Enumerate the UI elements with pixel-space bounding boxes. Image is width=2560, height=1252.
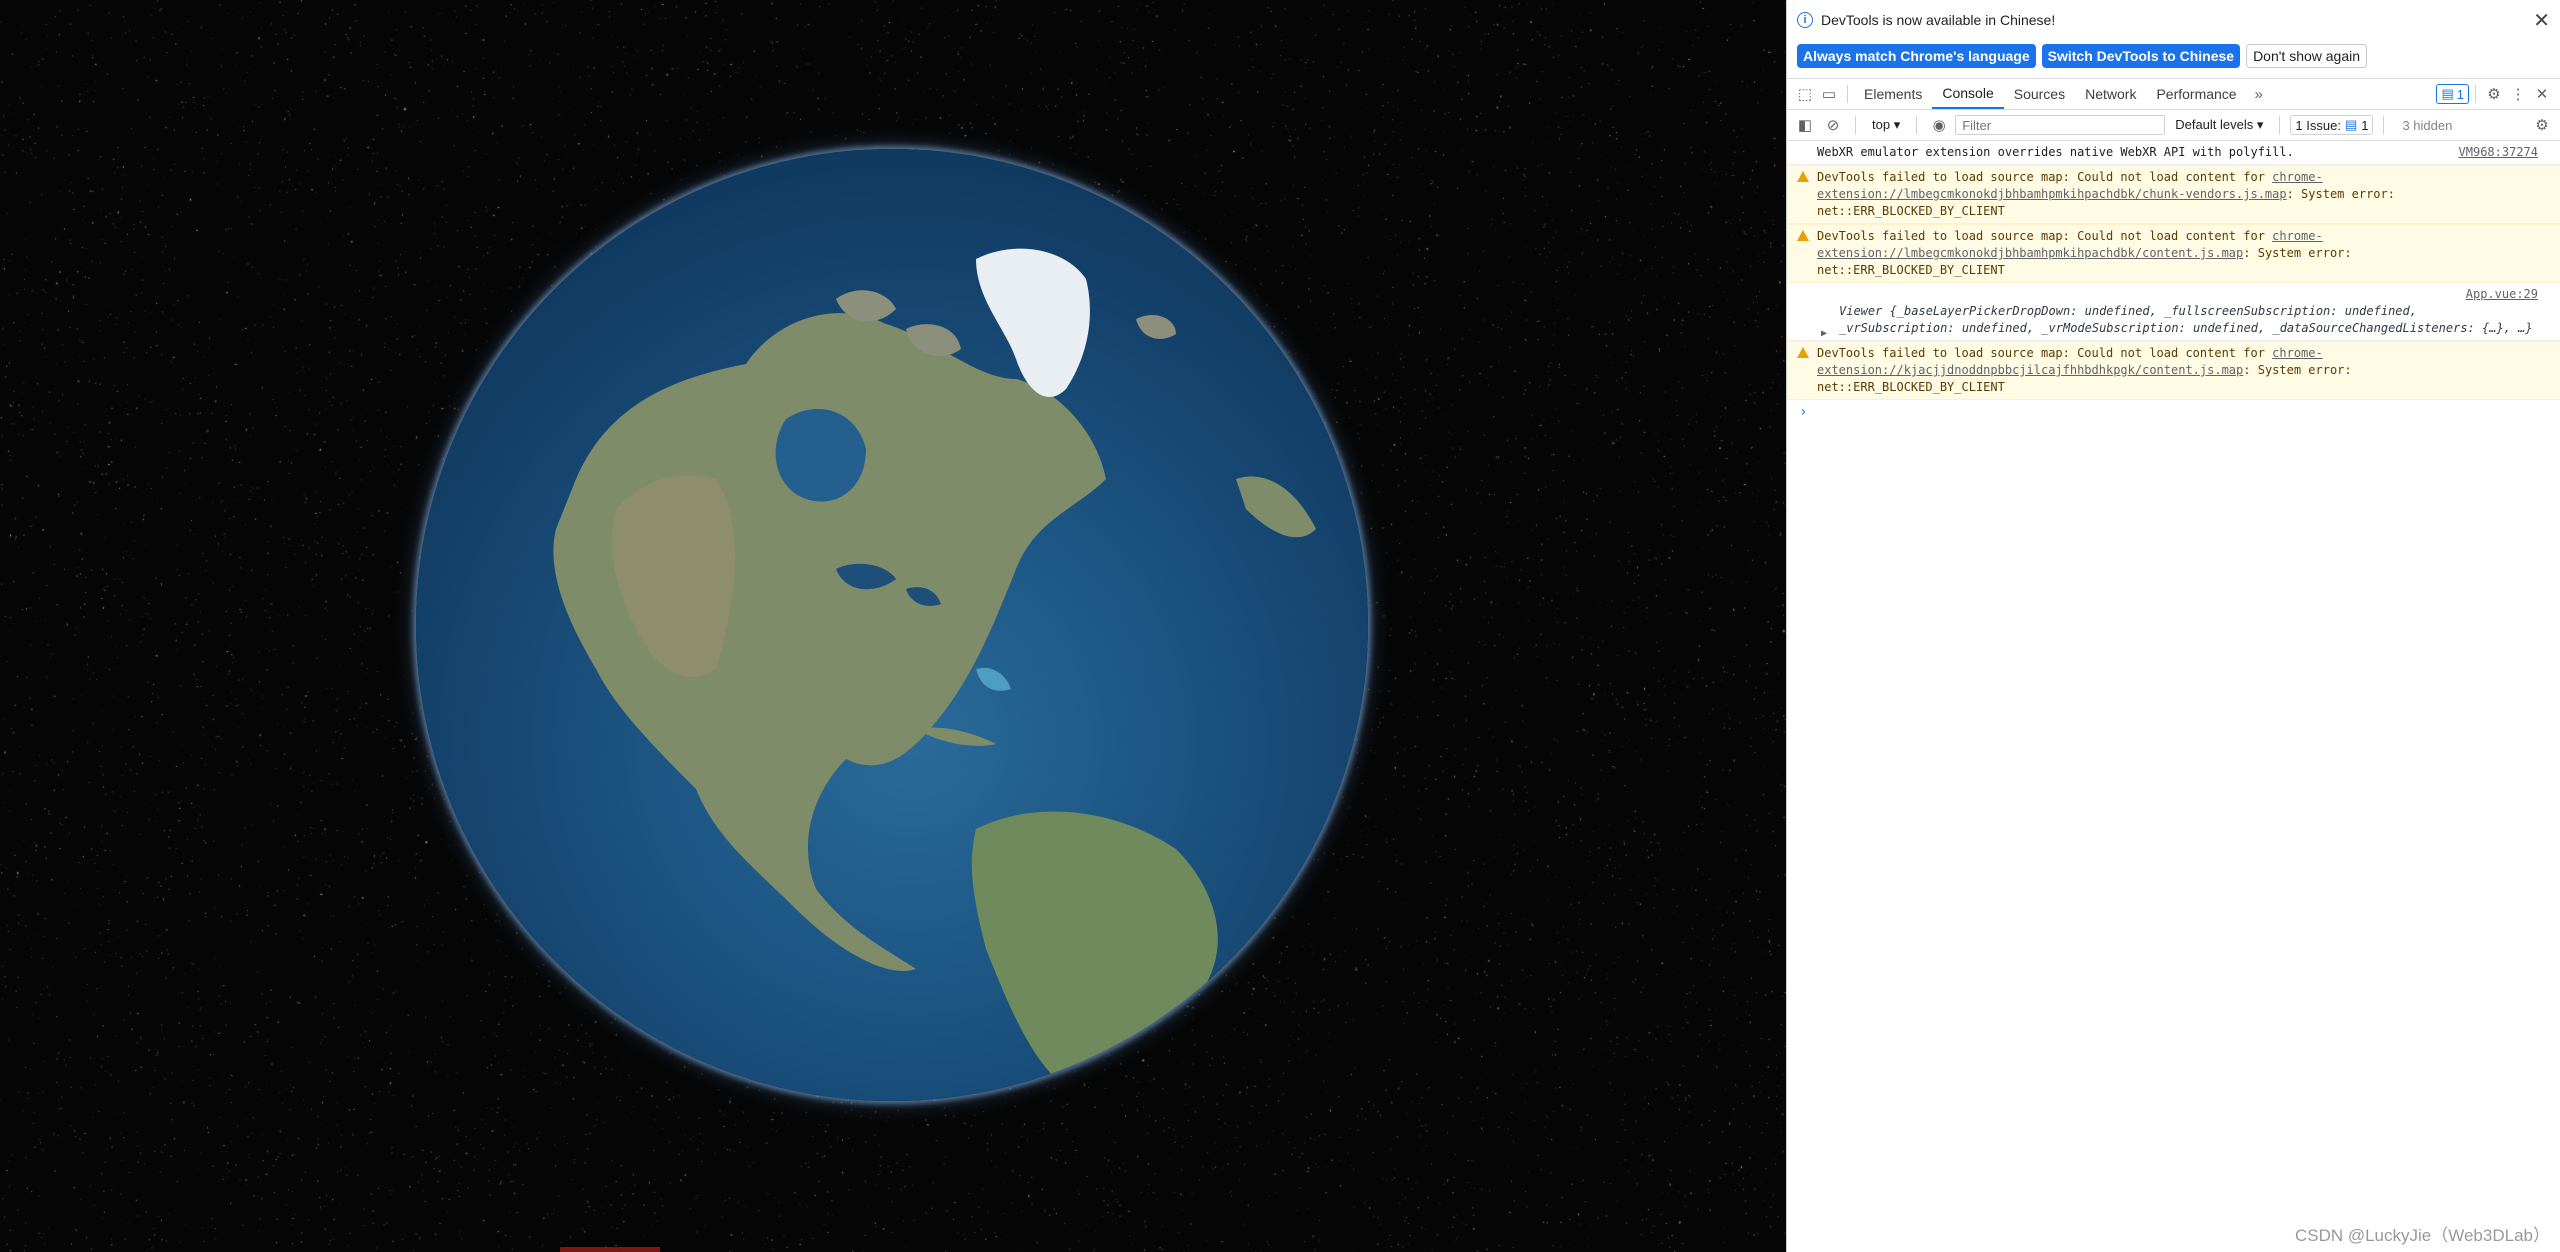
more-tabs-icon[interactable]: » [2247,82,2271,106]
cesium-viewer[interactable] [0,0,1786,1252]
console-message-info: WebXR emulator extension overrides nativ… [1787,141,2560,165]
console-output: WebXR emulator extension overrides nativ… [1787,141,2560,424]
eye-icon[interactable]: ◉ [1927,113,1951,137]
separator [2475,85,2476,103]
issues-label: 1 Issue: [2295,117,2341,133]
dont-show-again-button[interactable]: Don't show again [2246,44,2368,68]
language-infobar: i DevTools is now available in Chinese! … [1787,0,2560,40]
message-icon: ▤ [2344,117,2358,132]
message-source-link[interactable]: App.vue:29 [2466,286,2538,303]
close-devtools-icon[interactable]: ✕ [2530,82,2554,106]
devtools-panel: i DevTools is now available in Chinese! … [1786,0,2560,1252]
settings-icon[interactable]: ⚙ [2482,82,2506,106]
sidebar-icon[interactable]: ◧ [1793,113,1817,137]
tab-sources[interactable]: Sources [2004,79,2075,109]
tab-network[interactable]: Network [2075,79,2146,109]
message-text: DevTools failed to load source map: Coul… [1817,229,2273,243]
message-badge[interactable]: ▤ 1 [2436,84,2469,104]
message-text: WebXR emulator extension overrides nativ… [1817,145,2294,159]
message-source-link[interactable]: VM968:37274 [2459,144,2538,161]
tab-elements[interactable]: Elements [1854,79,1932,109]
separator [1847,85,1848,103]
expand-triangle-icon[interactable]: ▶ [1821,325,1827,342]
inspect-icon[interactable]: ⬚ [1793,82,1817,106]
levels-value: Default levels [2175,117,2254,132]
language-buttons: Always match Chrome's language Switch De… [1787,40,2560,72]
separator [1916,116,1918,134]
clear-icon[interactable]: ⊘ [1821,113,1845,137]
issues-count: 1 [2361,117,2369,133]
console-settings-icon[interactable]: ⚙ [2530,113,2554,137]
devtools-tabbar: ⬚ ▭ Elements Console Sources Network Per… [1787,78,2560,110]
separator [1855,116,1856,134]
filter-input[interactable] [1955,115,2166,135]
infobar-text: DevTools is now available in Chinese! [1821,12,2056,28]
issues-button[interactable]: 1 Issue: ▤ 1 [2290,115,2374,135]
console-message-warning: DevTools failed to load source map: Coul… [1787,165,2560,224]
console-message-warning: DevTools failed to load source map: Coul… [1787,341,2560,400]
object-preview[interactable]: ▶ Viewer {_baseLayerPickerDropDown: unde… [1817,303,2538,339]
context-select[interactable]: top ▾ [1866,117,1906,133]
message-count: 1 [2456,86,2464,102]
message-text: DevTools failed to load source map: Coul… [1817,170,2273,184]
levels-select[interactable]: Default levels ▾ [2169,117,2269,133]
tab-console[interactable]: Console [1932,79,2004,109]
device-icon[interactable]: ▭ [1817,82,1841,106]
separator [2383,116,2385,134]
message-icon: ▤ [2441,86,2454,101]
hidden-count: 3 hidden [2402,117,2453,133]
context-value: top [1872,117,1891,132]
console-prompt[interactable]: › [1787,400,2560,424]
warning-icon [1797,347,1809,358]
close-icon[interactable]: ✕ [2533,8,2550,33]
console-toolbar: ◧ ⊘ top ▾ ◉ Default levels ▾ 1 Issue: ▤ … [1787,110,2560,141]
separator [2279,116,2281,134]
console-message-warning: DevTools failed to load source map: Coul… [1787,224,2560,283]
object-preview-text: Viewer {_baseLayerPickerDropDown: undefi… [1839,304,2533,335]
match-language-button[interactable]: Always match Chrome's language [1797,44,2036,68]
warning-icon [1797,230,1809,241]
warning-icon [1797,171,1809,182]
tab-performance[interactable]: Performance [2146,79,2246,109]
kebab-icon[interactable]: ⋮ [2506,82,2530,106]
csdn-watermark: CSDN @LuckyJie（Web3DLab） [2294,1226,2550,1245]
earth-globe[interactable] [416,149,1368,1101]
atmosphere-glow [416,149,1368,1101]
message-text: DevTools failed to load source map: Coul… [1817,346,2273,360]
switch-chinese-button[interactable]: Switch DevTools to Chinese [2041,44,2241,68]
console-message-log: App.vue:29 ▶ Viewer {_baseLayerPickerDro… [1787,283,2560,341]
viewer-credit-bar [560,1247,660,1252]
info-icon: i [1797,12,1813,28]
